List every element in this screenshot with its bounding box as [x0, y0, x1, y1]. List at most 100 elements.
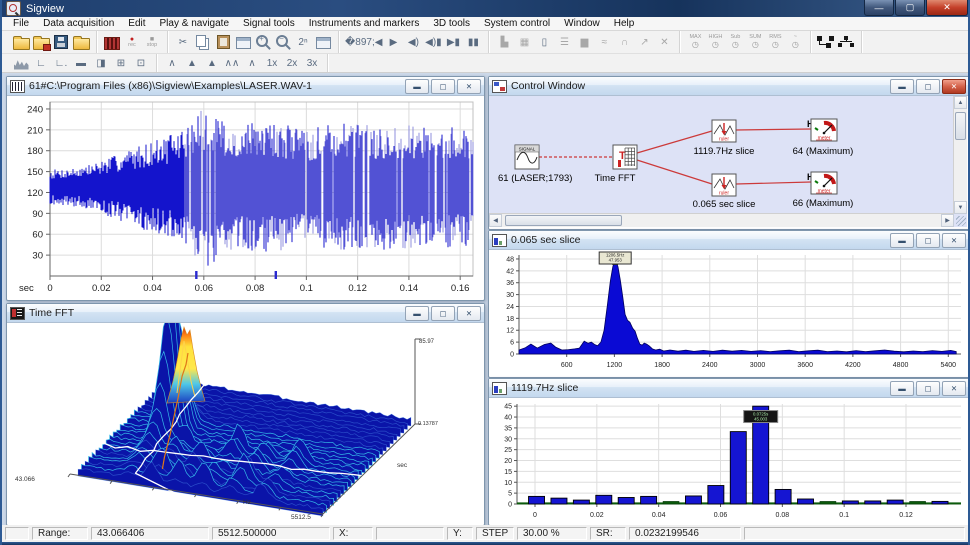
status-step: STEP — [476, 527, 514, 540]
fft-minimize-button[interactable]: ▬ — [405, 306, 429, 321]
menu-item-play-navigate[interactable]: Play & navigate — [153, 17, 237, 30]
control-vertical-scrollbar[interactable]: ▲ ▼ — [953, 96, 967, 214]
peak-dotted-icon[interactable]: ∧ — [243, 55, 261, 72]
control-window-titlebar[interactable]: Control Window ▬ ▢ ✕ — [489, 77, 969, 96]
maximize-button[interactable]: ▢ — [895, 0, 925, 16]
menu-item-file[interactable]: File — [6, 17, 36, 30]
open-file-icon[interactable] — [12, 34, 30, 51]
slice1119-maximize-button[interactable]: ▢ — [916, 381, 940, 396]
smoothing-icon[interactable]: ≈ — [595, 34, 613, 51]
menu-item-signal-tools[interactable]: Signal tools — [236, 17, 302, 30]
axes-ticks-icon[interactable]: ∟. — [52, 55, 70, 72]
copy-icon[interactable] — [194, 34, 212, 51]
peaks-double-icon[interactable]: ∧∧ — [223, 55, 241, 72]
menu-item-edit[interactable]: Edit — [121, 17, 152, 30]
wave-maximize-button[interactable]: ▢ — [431, 79, 455, 94]
power2-icon[interactable]: 2ⁿ — [294, 34, 312, 51]
control-minimize-button[interactable]: ▬ — [890, 79, 914, 94]
wave-meter-icon[interactable]: ~◷ — [786, 34, 804, 51]
menu-item-instruments-and-markers[interactable]: Instruments and markers — [302, 17, 427, 30]
axes-icon[interactable]: ∟ — [32, 55, 50, 72]
minimize-button[interactable]: — — [864, 0, 894, 16]
slice1119-close-button[interactable]: ✕ — [942, 381, 966, 396]
play-sound-icon[interactable]: ◀) — [404, 34, 422, 51]
peak-thin-icon[interactable]: ∧ — [163, 55, 181, 72]
menu-item-help[interactable]: Help — [607, 17, 642, 30]
fft-maximize-button[interactable]: ▢ — [431, 306, 455, 321]
half-view-icon[interactable]: ◨ — [92, 55, 110, 72]
svg-text:0.12: 0.12 — [348, 283, 367, 294]
high-meter-icon[interactable]: HIGH◷ — [706, 34, 724, 51]
sub-meter-icon[interactable]: Sub◷ — [726, 34, 744, 51]
open-recent-icon[interactable] — [32, 34, 50, 51]
new-signal-icon[interactable] — [103, 34, 121, 51]
scale-3x-icon[interactable]: 3x — [303, 55, 321, 72]
horizontal-scroll-thumb[interactable] — [505, 215, 622, 226]
svg-text:0: 0 — [510, 352, 514, 359]
scroll-left-arrow[interactable]: ◀ — [489, 214, 502, 227]
spectro-view-icon[interactable] — [12, 55, 30, 72]
wave-close-button[interactable]: ✕ — [457, 79, 481, 94]
play-icon[interactable]: ▶ — [384, 34, 402, 51]
filter-icon[interactable]: ☰ — [555, 34, 573, 51]
envelope-icon[interactable]: ∩ — [615, 34, 633, 51]
svg-text:66 (Maximum): 66 (Maximum) — [793, 198, 854, 209]
timefft-titlebar[interactable]: Time FFT ▬ ▢ ✕ — [7, 304, 484, 323]
slice065-minimize-button[interactable]: ▬ — [890, 233, 914, 248]
calculator-icon[interactable]: ▯ — [535, 34, 553, 51]
zoom-out-icon[interactable]: − — [274, 34, 292, 51]
peak-large-icon[interactable]: ▲ — [203, 55, 221, 72]
scroll-right-arrow[interactable]: ▶ — [941, 214, 954, 227]
wave-minimize-button[interactable]: ▬ — [405, 79, 429, 94]
scale-2x-icon[interactable]: 2x — [283, 55, 301, 72]
menu-item-window[interactable]: Window — [557, 17, 607, 30]
resize-grip[interactable] — [956, 216, 966, 226]
slice-065-titlebar[interactable]: 0.065 sec slice ▬ ▢ ✕ — [489, 231, 969, 250]
slice065-close-button[interactable]: ✕ — [942, 233, 966, 248]
wave-window-titlebar[interactable]: 61#C:\Program Files (x86)\Sigview\Exampl… — [7, 77, 484, 96]
slice-1119-titlebar[interactable]: 1119.7Hz slice ▬ ▢ ✕ — [489, 379, 969, 398]
close-button[interactable]: ✕ — [926, 0, 968, 16]
block-diagram-icon[interactable] — [837, 34, 855, 51]
open-workspace-icon[interactable] — [72, 34, 90, 51]
spectrogram-icon[interactable]: ▦ — [515, 34, 533, 51]
control-maximize-button[interactable]: ▢ — [916, 79, 940, 94]
play-sound-loop-icon[interactable]: ◀)▮ — [424, 34, 442, 51]
fft-icon[interactable]: ▙ — [495, 34, 513, 51]
window-controls: — ▢ ✕ — [863, 0, 968, 17]
control-close-button[interactable]: ✕ — [942, 79, 966, 94]
flat-view-icon[interactable]: ▬ — [72, 55, 90, 72]
control-horizontal-scrollbar[interactable]: ◀ ▶ — [489, 213, 954, 227]
route-icon[interactable]: ↗ — [635, 34, 653, 51]
expand-icon[interactable]: ⊞ — [112, 55, 130, 72]
skip-end-icon[interactable]: ▶▮ — [444, 34, 462, 51]
skip-start-icon[interactable]: �897;◀ — [345, 34, 382, 51]
scale-1x-icon[interactable]: 1x — [263, 55, 281, 72]
control-window-icon[interactable] — [817, 34, 835, 51]
paste-special-icon[interactable] — [234, 34, 252, 51]
slice1119-minimize-button[interactable]: ▬ — [890, 381, 914, 396]
zoom-in-icon[interactable]: + — [254, 34, 272, 51]
sonogram-icon[interactable]: ▆ — [575, 34, 593, 51]
paste-icon[interactable] — [214, 34, 232, 51]
stop-icon[interactable]: ■stop — [143, 34, 161, 51]
vertical-scroll-thumb[interactable] — [955, 112, 966, 140]
scroll-up-arrow[interactable]: ▲ — [954, 96, 967, 109]
menu-item-system-control[interactable]: System control — [477, 17, 557, 30]
pause-icon[interactable]: ▮▮ — [464, 34, 482, 51]
max-meter-icon[interactable]: MAX◷ — [686, 34, 704, 51]
fft-close-button[interactable]: ✕ — [457, 306, 481, 321]
slice065-maximize-button[interactable]: ▢ — [916, 233, 940, 248]
save-icon[interactable] — [52, 34, 70, 51]
record-icon[interactable]: ●rec — [123, 34, 141, 51]
properties-icon[interactable] — [314, 34, 332, 51]
rms-meter-icon[interactable]: RMS◷ — [766, 34, 784, 51]
sum-meter-icon[interactable]: SUM◷ — [746, 34, 764, 51]
tools-icon[interactable]: ✕ — [655, 34, 673, 51]
shrink-icon[interactable]: ⊡ — [132, 55, 150, 72]
menu-item-data-acquisition[interactable]: Data acquisition — [36, 17, 121, 30]
peak-small-icon[interactable]: ▲ — [183, 55, 201, 72]
scroll-down-arrow[interactable]: ▼ — [954, 201, 967, 214]
menu-item-3d-tools[interactable]: 3D tools — [426, 17, 477, 30]
cut-icon[interactable]: ✂ — [174, 34, 192, 51]
